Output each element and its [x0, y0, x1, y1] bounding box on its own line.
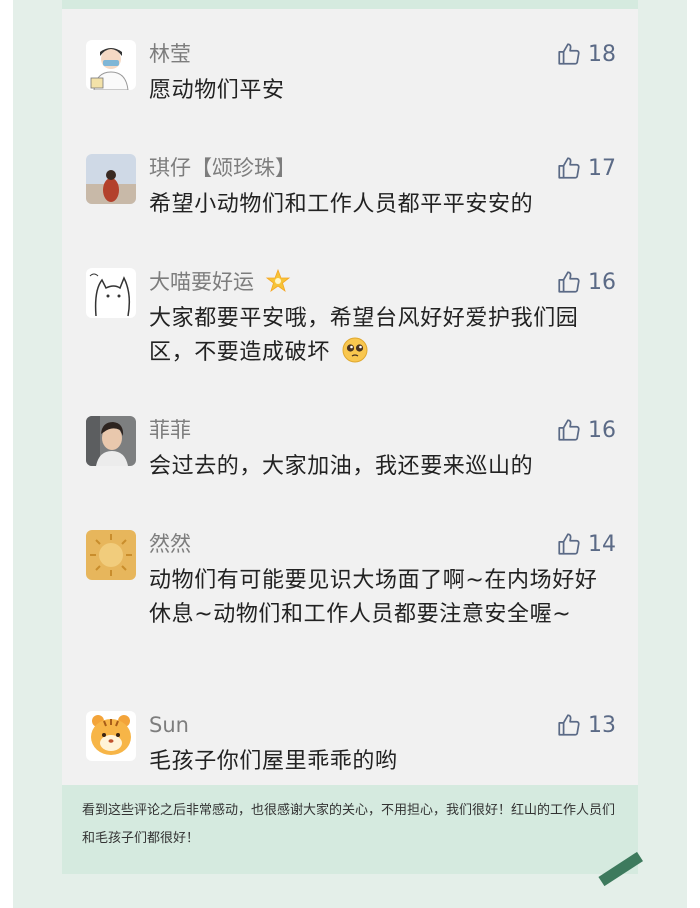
star-emoji — [265, 268, 290, 293]
footer-note: 看到这些评论之后非常感动，也很感谢大家的关心，不用担心，我们很好！红山的工作人员… — [62, 785, 643, 887]
comment-text: 希望小动物们和工作人员都平平安安的 — [149, 192, 534, 217]
golden-sun-avatar[interactable] — [86, 530, 136, 580]
doctor-avatar[interactable] — [86, 40, 136, 90]
comment-text: 愿动物们平安 — [149, 78, 285, 103]
thumbs-up-icon — [558, 533, 580, 555]
commenter-name: 大喵要好运 — [149, 268, 291, 296]
thumbs-up-icon — [558, 714, 580, 736]
thumbs-up-icon — [558, 43, 580, 65]
tiger-avatar[interactable] — [86, 711, 136, 761]
comment-text: 动物们有可能要见识大场面了啊~在内场好好休息~动物们和工作人员都要注意安全喔~ — [149, 568, 598, 627]
like-count: 18 — [588, 41, 616, 67]
person-sky-avatar[interactable] — [86, 154, 136, 204]
comment-text: 会过去的，大家加油，我还要来巡山的 — [149, 454, 534, 479]
commenter-name-text: 大喵要好运 — [149, 270, 254, 294]
like-button[interactable]: 18 — [556, 40, 616, 68]
like-button[interactable]: 14 — [556, 530, 616, 558]
thumbs-up-icon — [558, 157, 580, 179]
like-count: 14 — [588, 531, 616, 557]
like-count: 17 — [588, 155, 616, 181]
commenter-name: 琪仔【颂珍珠】 — [149, 156, 296, 180]
like-button[interactable]: 17 — [556, 154, 616, 182]
cat-sketch-avatar[interactable] — [86, 268, 136, 318]
commenter-name: 林莹 — [149, 42, 191, 66]
comments-card: 林莹 18 愿动物们平安 琪仔【颂珍珠】 17 希望小动物们和工作人员都平平安安… — [62, 0, 643, 887]
commenter-name: Sun — [149, 713, 189, 737]
card-top-band — [62, 0, 638, 9]
pleading-face-emoji — [342, 337, 368, 363]
like-button[interactable]: 16 — [556, 416, 616, 444]
woman-car-avatar[interactable] — [86, 416, 136, 466]
footer-note-text: 看到这些评论之后非常感动，也很感谢大家的关心，不用担心，我们很好！红山的工作人员… — [82, 803, 616, 846]
like-button[interactable]: 13 — [556, 711, 616, 739]
thumbs-up-icon — [558, 271, 580, 293]
comment-text: 毛孩子你们屋里乖乖的哟 — [149, 749, 398, 774]
like-count: 16 — [588, 269, 616, 295]
like-button[interactable]: 16 — [556, 268, 616, 296]
like-count: 13 — [588, 712, 616, 738]
thumbs-up-icon — [558, 419, 580, 441]
comment-text: 大家都要平安哦，希望台风好好爱护我们园区，不要造成破坏 — [149, 302, 609, 370]
commenter-name: 菲菲 — [149, 418, 191, 442]
commenter-name: 然然 — [149, 532, 191, 556]
like-count: 16 — [588, 417, 616, 443]
